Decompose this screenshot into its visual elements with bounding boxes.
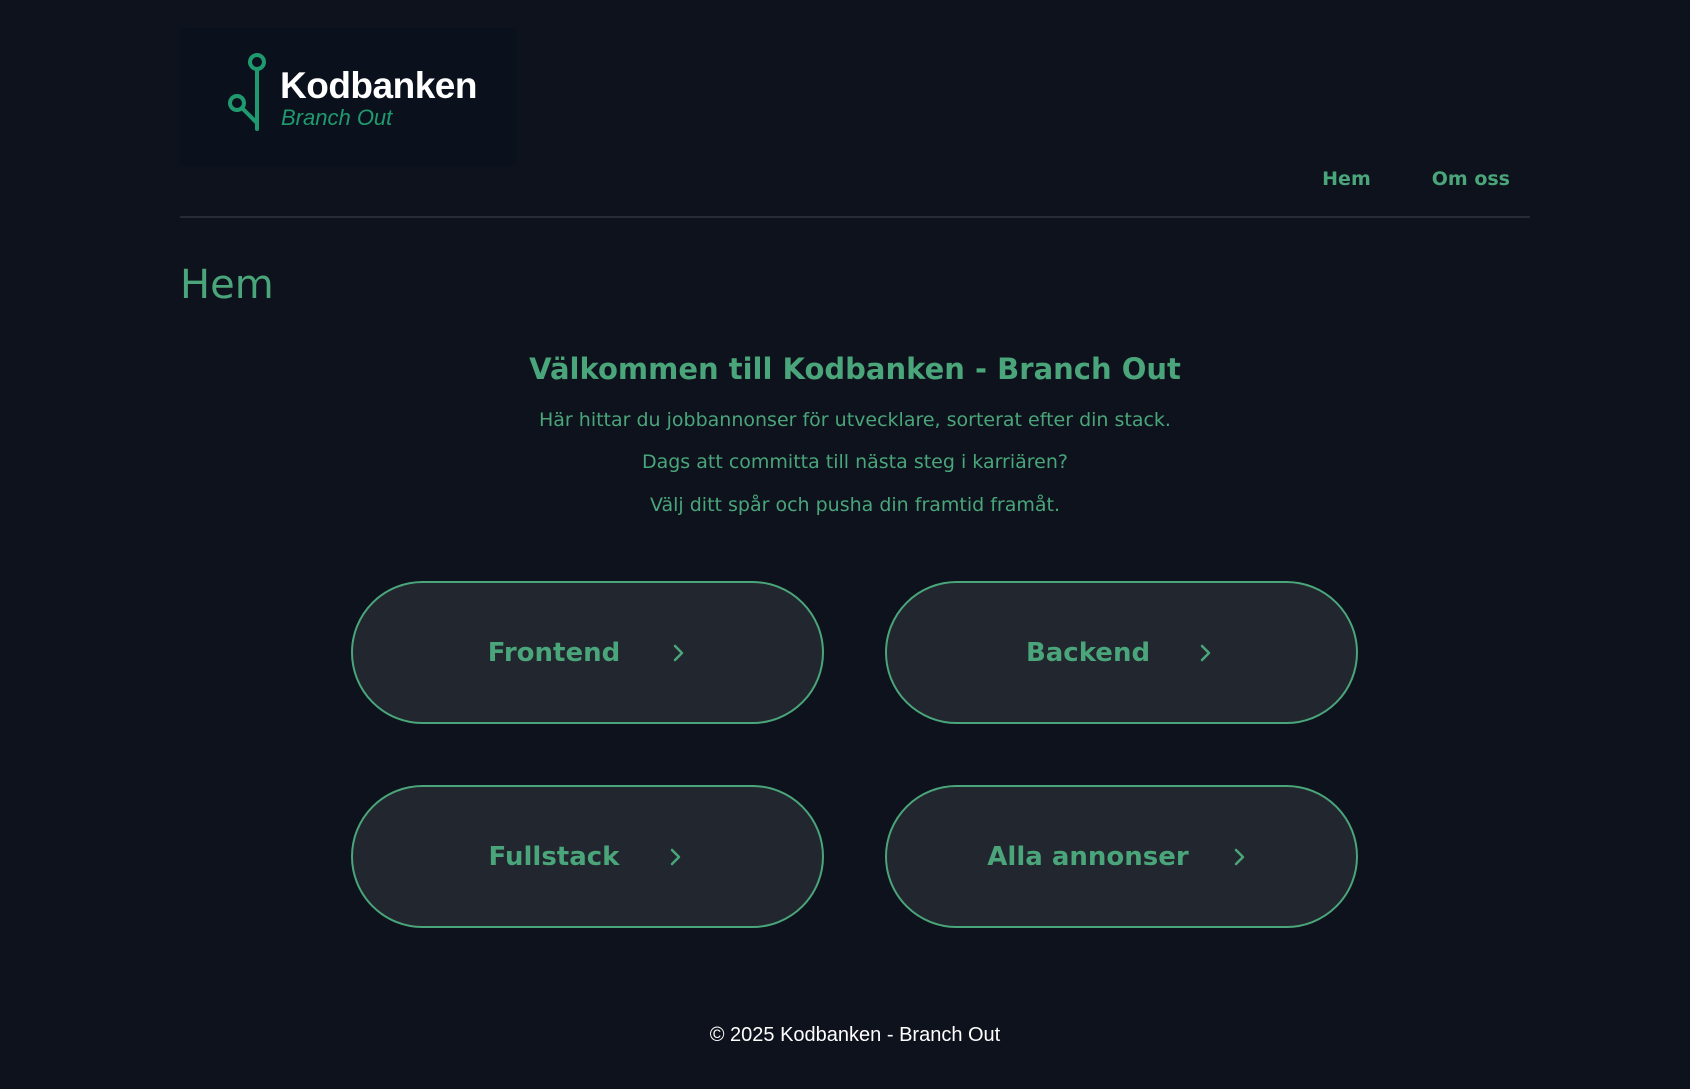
intro-text-line-3: Välj ditt spår och pusha din framtid fra… [649,494,1061,516]
intro-text-line-2: Dags att committa till nästa steg i karr… [641,451,1069,473]
page-title: Hem [180,262,274,308]
header-divider [180,216,1530,218]
category-button-frontend[interactable]: Frontend [351,581,824,724]
chevron-right-icon [673,644,684,661]
welcome-heading: Välkommen till Kodbanken - Branch Out [529,352,1181,386]
page: Kodbanken Branch Out Hem Om oss Hem Välk… [0,0,1690,1089]
category-label: Fullstack [488,841,620,872]
chevron-right-icon [1234,848,1245,865]
category-button-alla-annonser[interactable]: Alla annonser [885,785,1358,928]
intro-text-line-1: Här hittar du jobbannonser för utvecklar… [539,409,1171,431]
category-button-fullstack[interactable]: Fullstack [351,785,824,928]
nav-link-om-oss[interactable]: Om oss [1432,168,1510,190]
category-button-backend[interactable]: Backend [885,581,1358,724]
category-label: Backend [1025,637,1151,668]
category-label: Frontend [487,637,621,668]
main-nav: Hem Om oss [1322,168,1510,190]
logo[interactable]: Kodbanken Branch Out [180,28,517,166]
nav-link-hem[interactable]: Hem [1322,168,1371,190]
chevron-right-icon [670,848,681,865]
site-footer: © 2025 Kodbanken - Branch Out [0,1024,1690,1047]
footer-copyright: © 2025 Kodbanken - Branch Out [709,1024,1001,1046]
branch-logo-icon [228,53,266,131]
category-label: Alla annonser [987,841,1189,872]
chevron-right-icon [1200,644,1211,661]
logo-title: Kodbanken [280,65,477,106]
logo-subtitle: Branch Out [281,105,393,130]
